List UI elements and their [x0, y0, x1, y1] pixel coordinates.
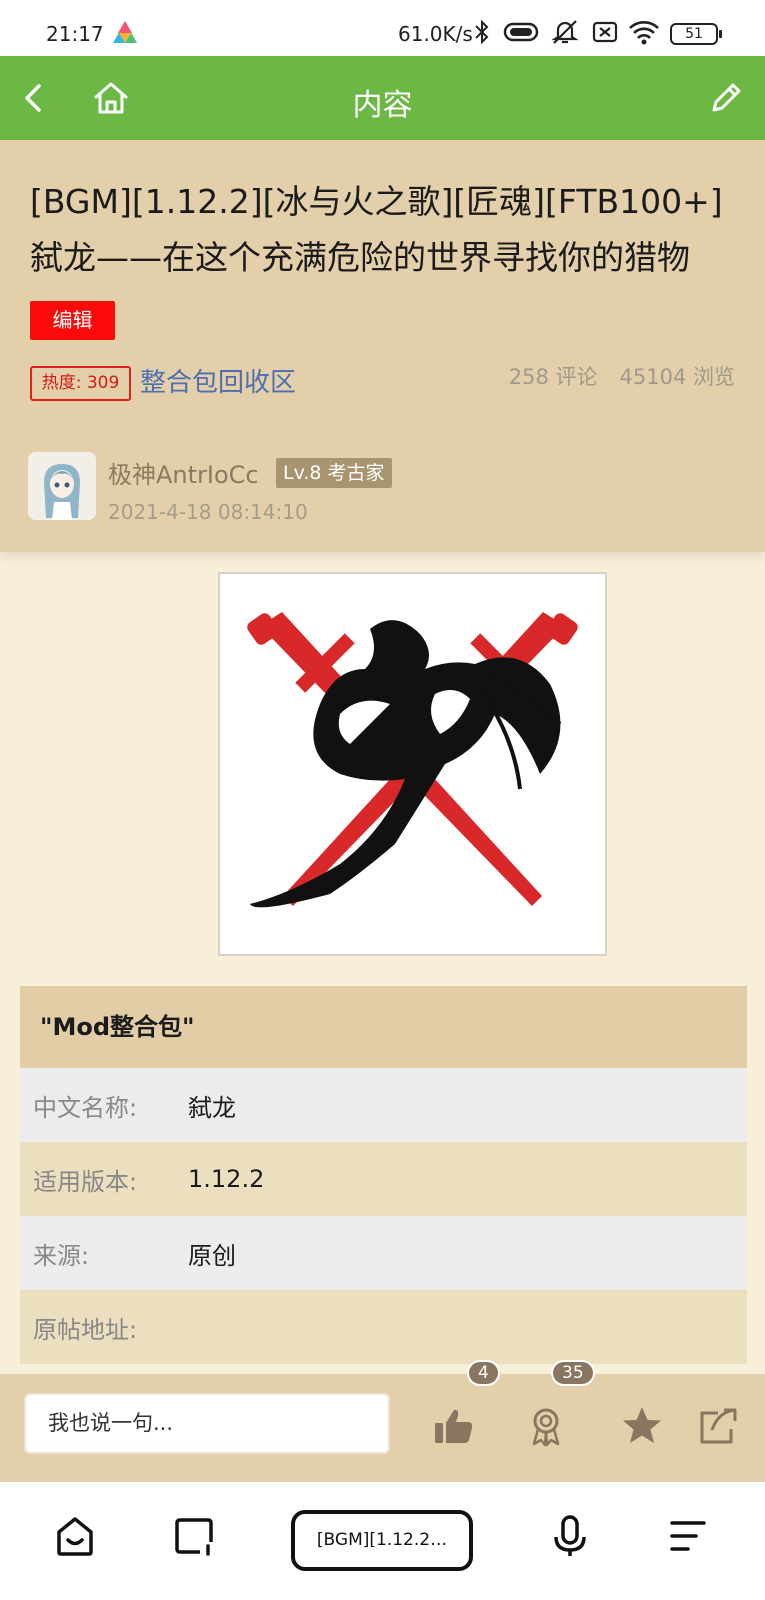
author-name[interactable]: 极神AntrIoCc: [108, 455, 259, 490]
star-icon[interactable]: [620, 1404, 664, 1448]
like-count: 4: [467, 1360, 500, 1386]
battery-level: 51: [685, 26, 703, 42]
network-speed: 61.0K/s: [398, 22, 473, 46]
row-key: 中文名称:: [33, 1093, 138, 1122]
url-bar[interactable]: [BGM][1.12.2…: [291, 1510, 473, 1571]
row-value: 1.12.2: [188, 1165, 265, 1193]
dragon-swords-logo: [247, 612, 578, 908]
app-logo-icon: [113, 21, 137, 43]
award-count: 35: [551, 1360, 595, 1386]
home-icon[interactable]: [51, 1512, 99, 1560]
row-key: 适用版本:: [33, 1167, 138, 1196]
page-title: 内容: [352, 88, 413, 123]
post-date: 2021-4-18 08:14:10: [108, 500, 308, 524]
row-value: 原创: [188, 1241, 236, 1270]
browser-nav-bar: [BGM][1.12.2…: [0, 1482, 765, 1600]
comment-input[interactable]: 我也说一句...: [24, 1393, 390, 1454]
app-bar: 内容: [0, 56, 765, 140]
row-key: 来源:: [33, 1241, 90, 1270]
level-badge: Lv.8 考古家: [276, 458, 392, 488]
comment-count: 258 评论: [508, 365, 598, 389]
heat-badge: 热度: 309: [30, 366, 131, 401]
row-key: 原帖地址:: [33, 1315, 138, 1344]
pencil-icon[interactable]: [704, 76, 748, 120]
toggle-icon: [503, 22, 539, 42]
section-link[interactable]: 整合包回收区: [140, 362, 296, 399]
table-row: 来源: 原创: [20, 1216, 747, 1290]
avatar-image: [28, 452, 96, 520]
table-row: 原帖地址:: [20, 1290, 747, 1364]
bluetooth-icon: [475, 19, 489, 45]
mic-icon[interactable]: [546, 1512, 594, 1560]
thumbs-up-icon[interactable]: [432, 1404, 476, 1448]
edit-button[interactable]: 编辑: [30, 301, 115, 340]
post-title: [BGM][1.12.2][冰与火之歌][匠魂][FTB100+]弑龙——在这个…: [30, 182, 723, 277]
post-header: [BGM][1.12.2][冰与火之歌][匠魂][FTB100+]弑龙——在这个…: [0, 140, 765, 552]
sim-off-icon: [592, 21, 618, 43]
bell-off-icon: [551, 20, 579, 44]
share-icon[interactable]: [696, 1404, 740, 1448]
award-icon[interactable]: [524, 1404, 568, 1448]
status-time: 21:17: [46, 22, 104, 46]
status-bar: 21:17 61.0K/s 51: [0, 0, 765, 56]
table-header: "Mod整合包": [20, 986, 747, 1068]
action-bar: 我也说一句... 4 35: [0, 1360, 765, 1482]
table-row: 中文名称: 弑龙: [20, 1068, 747, 1142]
info-table: "Mod整合包" 中文名称: 弑龙 适用版本: 1.12.2 来源: 原创 原帖…: [20, 986, 747, 1364]
row-value: 弑龙: [188, 1093, 236, 1122]
wifi-icon: [629, 21, 659, 45]
battery-icon: 51: [670, 23, 722, 45]
post-stats: 258 评论 45104 浏览: [509, 361, 735, 391]
avatar[interactable]: [28, 452, 96, 520]
view-count: 45104 浏览: [619, 365, 735, 389]
cover-image[interactable]: [218, 572, 607, 956]
table-row: 适用版本: 1.12.2: [20, 1142, 747, 1216]
menu-icon[interactable]: [664, 1512, 712, 1560]
tabs-icon[interactable]: [170, 1512, 218, 1560]
